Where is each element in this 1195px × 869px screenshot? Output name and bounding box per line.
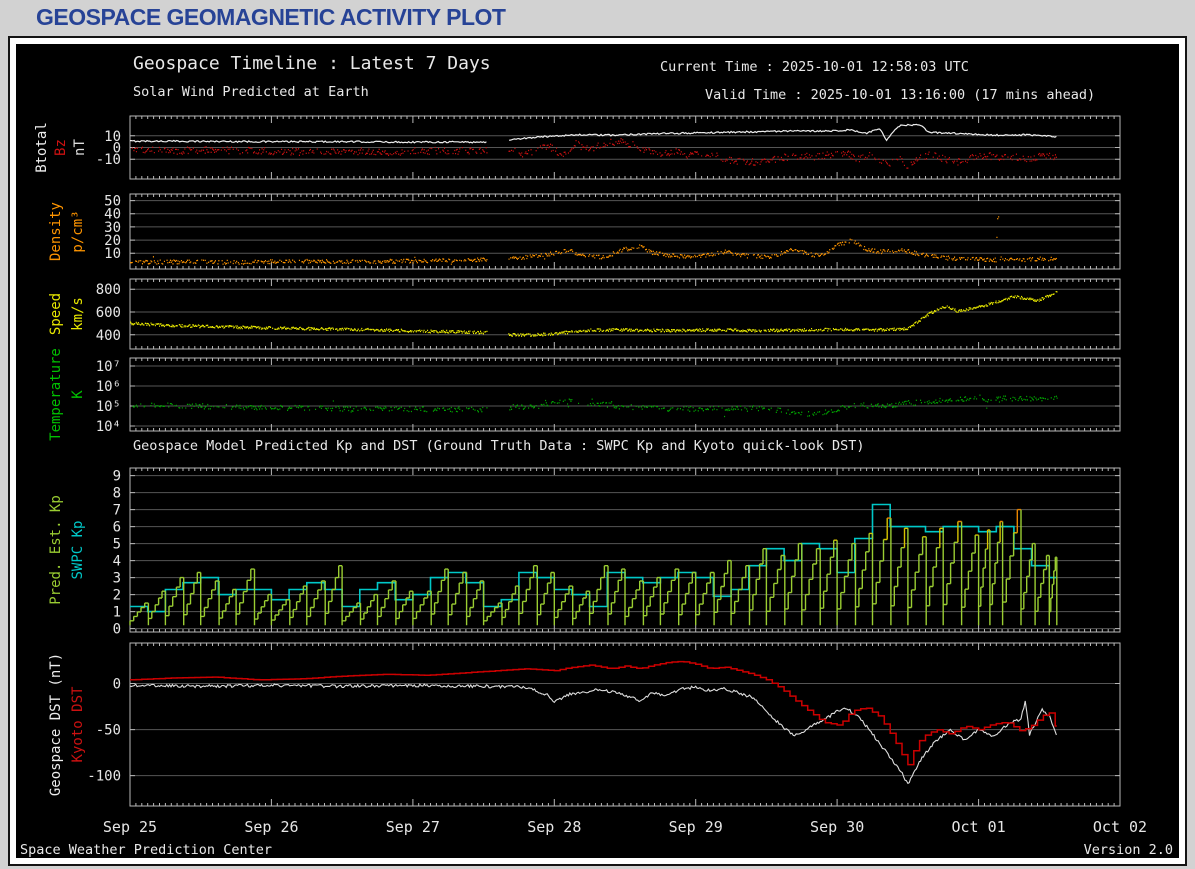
plot-title: Geospace Timeline : Latest 7 Days <box>133 53 491 74</box>
svg-text:km/s: km/s <box>70 297 86 331</box>
page: { "page": { "header_title": "GEOSPACE GE… <box>0 0 1195 869</box>
svg-text:10⁵: 10⁵ <box>96 399 121 415</box>
svg-text:Density: Density <box>48 202 64 261</box>
svg-text:Sep 28: Sep 28 <box>527 818 581 836</box>
svg-text:800: 800 <box>96 282 121 298</box>
plot-frame: 10 0 -10 Btotal Bz nT 50 40 30 20 10 Density p/cm³ 80… <box>8 36 1187 866</box>
svg-text:10⁴: 10⁴ <box>96 419 121 435</box>
svg-text:nT: nT <box>72 139 88 156</box>
svg-text:Bz: Bz <box>53 139 69 156</box>
svg-text:5: 5 <box>113 537 121 553</box>
svg-text:8: 8 <box>113 486 121 502</box>
svg-text:Kyoto DST: Kyoto DST <box>70 686 86 762</box>
svg-text:Oct 01: Oct 01 <box>951 818 1005 836</box>
svg-text:Temperature: Temperature <box>48 348 64 441</box>
svg-text:Sep 30: Sep 30 <box>810 818 864 836</box>
svg-text:10⁷: 10⁷ <box>96 359 121 375</box>
svg-text:3: 3 <box>113 571 121 587</box>
current-time-text: Current Time : 2025-10-01 12:58:03 UTC <box>660 59 969 75</box>
svg-text:Sep 25: Sep 25 <box>103 818 157 836</box>
svg-text:10: 10 <box>104 246 121 262</box>
svg-text:7: 7 <box>113 503 121 519</box>
svg-text:Oct 02: Oct 02 <box>1093 818 1147 836</box>
svg-text:Geospace DST (nT): Geospace DST (nT) <box>48 653 64 796</box>
svg-text:Btotal: Btotal <box>34 122 50 173</box>
svg-text:1: 1 <box>113 605 121 621</box>
svg-text:K: K <box>70 390 86 399</box>
svg-text:9: 9 <box>113 469 121 485</box>
footer-source-text: Space Weather Prediction Center <box>20 842 272 858</box>
geospace-plot-image: 10 0 -10 Btotal Bz nT 50 40 30 20 10 Density p/cm³ 80… <box>16 44 1179 858</box>
svg-text:400: 400 <box>96 328 121 344</box>
footer-version-text: Version 2.0 <box>1083 842 1173 858</box>
svg-text:600: 600 <box>96 305 121 321</box>
svg-text:-10: -10 <box>96 152 121 168</box>
svg-text:p/cm³: p/cm³ <box>70 210 86 252</box>
valid-time-text: Valid Time : 2025-10-01 13:16:00 (17 min… <box>705 87 1096 103</box>
svg-text:0: 0 <box>113 677 121 693</box>
svg-text:10⁶: 10⁶ <box>96 379 121 395</box>
svg-text:Sep 26: Sep 26 <box>244 818 298 836</box>
plot-subtitle: Solar Wind Predicted at Earth <box>133 84 369 100</box>
svg-text:Sep 27: Sep 27 <box>386 818 440 836</box>
svg-text:Pred. Est. Kp: Pred. Est. Kp <box>48 495 64 605</box>
svg-text:6: 6 <box>113 520 121 536</box>
svg-text:Speed: Speed <box>48 293 64 335</box>
svg-text:Sep 29: Sep 29 <box>669 818 723 836</box>
svg-text:2: 2 <box>113 588 121 604</box>
svg-text:0: 0 <box>113 622 121 638</box>
svg-text:SWPC Kp: SWPC Kp <box>70 520 86 579</box>
svg-text:-50: -50 <box>96 723 121 739</box>
page-title: GEOSPACE GEOMAGNETIC ACTIVITY PLOT <box>36 3 506 30</box>
kp-dst-section-title: Geospace Model Predicted Kp and DST (Gro… <box>133 438 865 454</box>
page-header: GEOSPACE GEOMAGNETIC ACTIVITY PLOT <box>0 0 1195 34</box>
svg-text:-100: -100 <box>87 769 121 785</box>
svg-text:4: 4 <box>113 554 121 570</box>
